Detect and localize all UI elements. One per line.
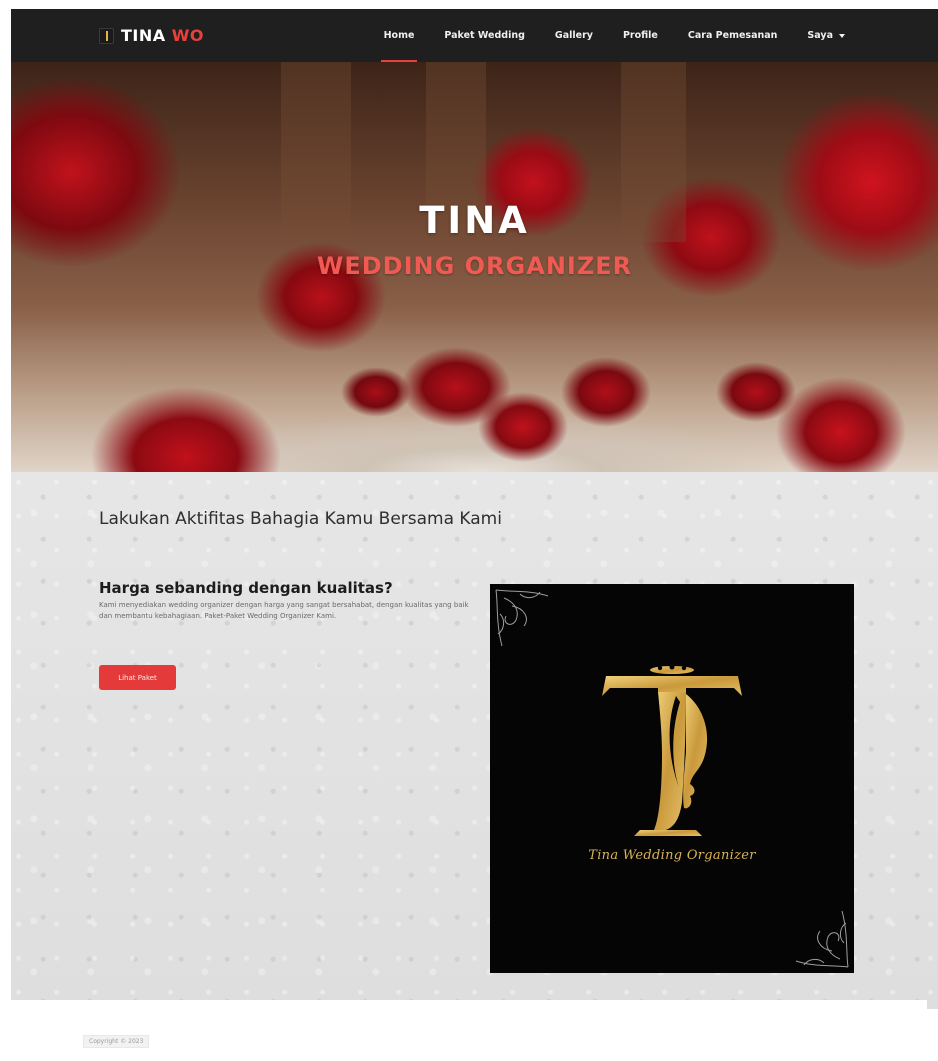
lihat-paket-button[interactable]: Lihat Paket [99, 665, 176, 690]
nav-item-gallery[interactable]: Gallery [540, 9, 608, 62]
nav-item-profile[interactable]: Profile [608, 9, 673, 62]
nav-item-home[interactable]: Home [369, 9, 430, 62]
brand-logo-icon [99, 27, 114, 44]
caret-down-icon [839, 34, 845, 38]
copyright-text: Copyright © 2023 [83, 1035, 150, 1048]
tina-logo-emblem [495, 589, 849, 968]
hero-subtitle: WEDDING ORGANIZER [316, 252, 633, 280]
page: TINA WO Home Paket Wedding Gallery Profi… [11, 9, 938, 1009]
content-section: Lakukan Aktifitas Bahagia Kamu Bersama K… [11, 472, 938, 1009]
section-subheading: Harga sebanding dengan kualitas? [99, 579, 393, 597]
main-nav: Home Paket Wedding Gallery Profile Cara … [369, 9, 860, 62]
nav-item-paket-wedding[interactable]: Paket Wedding [429, 9, 539, 62]
top-navbar: TINA WO Home Paket Wedding Gallery Profi… [11, 9, 938, 62]
nav-item-saya-dropdown[interactable]: Saya [792, 9, 860, 62]
footer: Copyright © 2023 [0, 1000, 927, 1061]
logo-image: Tina Wedding Organizer [490, 584, 854, 973]
nav-item-cara-pemesanan[interactable]: Cara Pemesanan [673, 9, 793, 62]
section-headline: Lakukan Aktifitas Bahagia Kamu Bersama K… [99, 509, 502, 529]
brand[interactable]: TINA WO [99, 26, 204, 45]
section-body-text: Kami menyediakan wedding organizer denga… [99, 601, 469, 620]
hero-title: TINA [419, 199, 530, 242]
hero-banner: TINA WEDDING ORGANIZER [11, 62, 938, 472]
logo-tagline: Tina Wedding Organizer [588, 848, 756, 863]
brand-name: TINA WO [121, 26, 204, 45]
